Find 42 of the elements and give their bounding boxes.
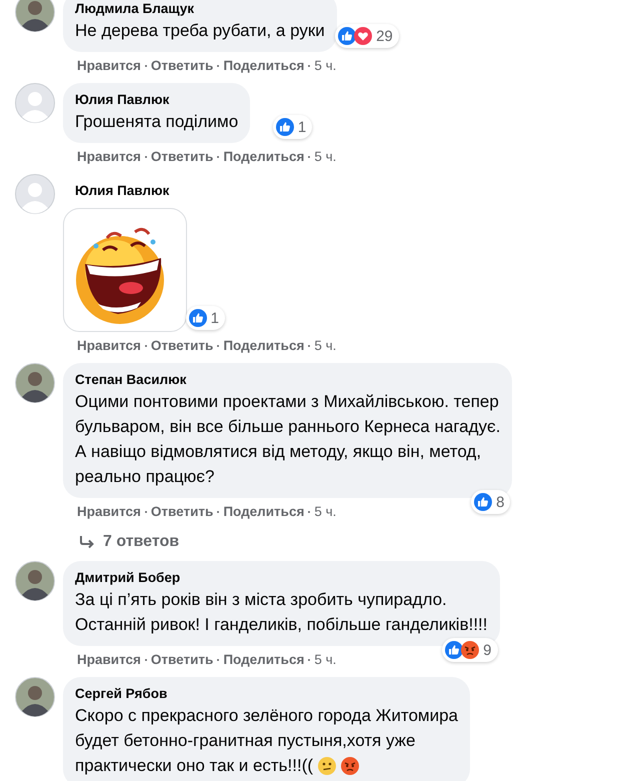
comment-action-link[interactable]: Ответить	[150, 504, 214, 519]
comment-action-link[interactable]: Поделиться	[223, 58, 304, 73]
comment-action-link[interactable]: Поделиться	[223, 149, 304, 164]
timestamp[interactable]: 5 ч.	[314, 504, 336, 519]
reaction-badge[interactable]: 29	[335, 24, 399, 48]
reply-arrow-icon	[79, 535, 95, 549]
avatar[interactable]	[15, 677, 55, 717]
timestamp[interactable]: 5 ч.	[314, 338, 336, 353]
author-name[interactable]: Степан Василюк	[75, 371, 500, 389]
author-name[interactable]: Дмитрий Бобер	[75, 569, 488, 587]
comment-action-link[interactable]: Нравится	[77, 504, 141, 519]
avatar[interactable]	[15, 561, 55, 601]
author-name[interactable]: Юлия Павлюк	[75, 182, 187, 200]
author-name[interactable]: Юлия Павлюк	[75, 91, 238, 109]
reaction-badge[interactable]: 8	[471, 490, 510, 514]
comment-text: Оцими понтовими проектами з Михайлівською. тепер бульваром, він все більше раннього Кернеса нагадує. А навіщо відмовлятися від методу, якщо він, метод, реально працює?	[75, 392, 500, 486]
comment-action-link[interactable]: Ответить	[150, 58, 214, 73]
timestamp[interactable]: 5 ч.	[314, 149, 336, 164]
comment-action-link[interactable]: Нравится	[77, 58, 141, 73]
comment-text: За ці п’ять років він з міста зробить чупирадло. Останній ривок! І ганделиків, побільше ганделиків!!!!	[75, 590, 488, 634]
comment-action-link[interactable]: Поделиться	[223, 338, 304, 353]
author-name[interactable]: Людмила Блащук	[75, 0, 325, 18]
author-name[interactable]: Сергей Рябов	[75, 685, 458, 703]
comment-action-link[interactable]: Поделиться	[223, 652, 304, 667]
comment-action-link[interactable]: Поделиться	[223, 504, 304, 519]
avatar[interactable]	[15, 0, 55, 32]
comment-action-link[interactable]: Нравится	[77, 338, 141, 353]
comment-text: Грошенята поділимо	[75, 112, 238, 131]
reaction-badge[interactable]: 1	[186, 306, 225, 330]
replies-link[interactable]: 7 ответов	[103, 533, 180, 551]
comment-text: практически оно так и есть!!!((	[75, 755, 314, 777]
reaction-badge[interactable]: 9	[442, 638, 498, 662]
timestamp[interactable]: 5 ч.	[314, 652, 336, 667]
comment-action-link[interactable]: Ответить	[150, 149, 214, 164]
comment-text: Не дерева треба рубати, а руки	[75, 21, 325, 40]
reaction-badge[interactable]: 1	[272, 115, 312, 139]
avatar[interactable]	[15, 363, 55, 403]
timestamp[interactable]: 5 ч.	[314, 58, 336, 73]
comment-action-link[interactable]: Нравится	[77, 149, 141, 164]
comment-action-link[interactable]: Ответить	[150, 338, 214, 353]
comment-action-link[interactable]: Ответить	[150, 652, 214, 667]
comment-action-link[interactable]: Нравится	[77, 652, 141, 667]
